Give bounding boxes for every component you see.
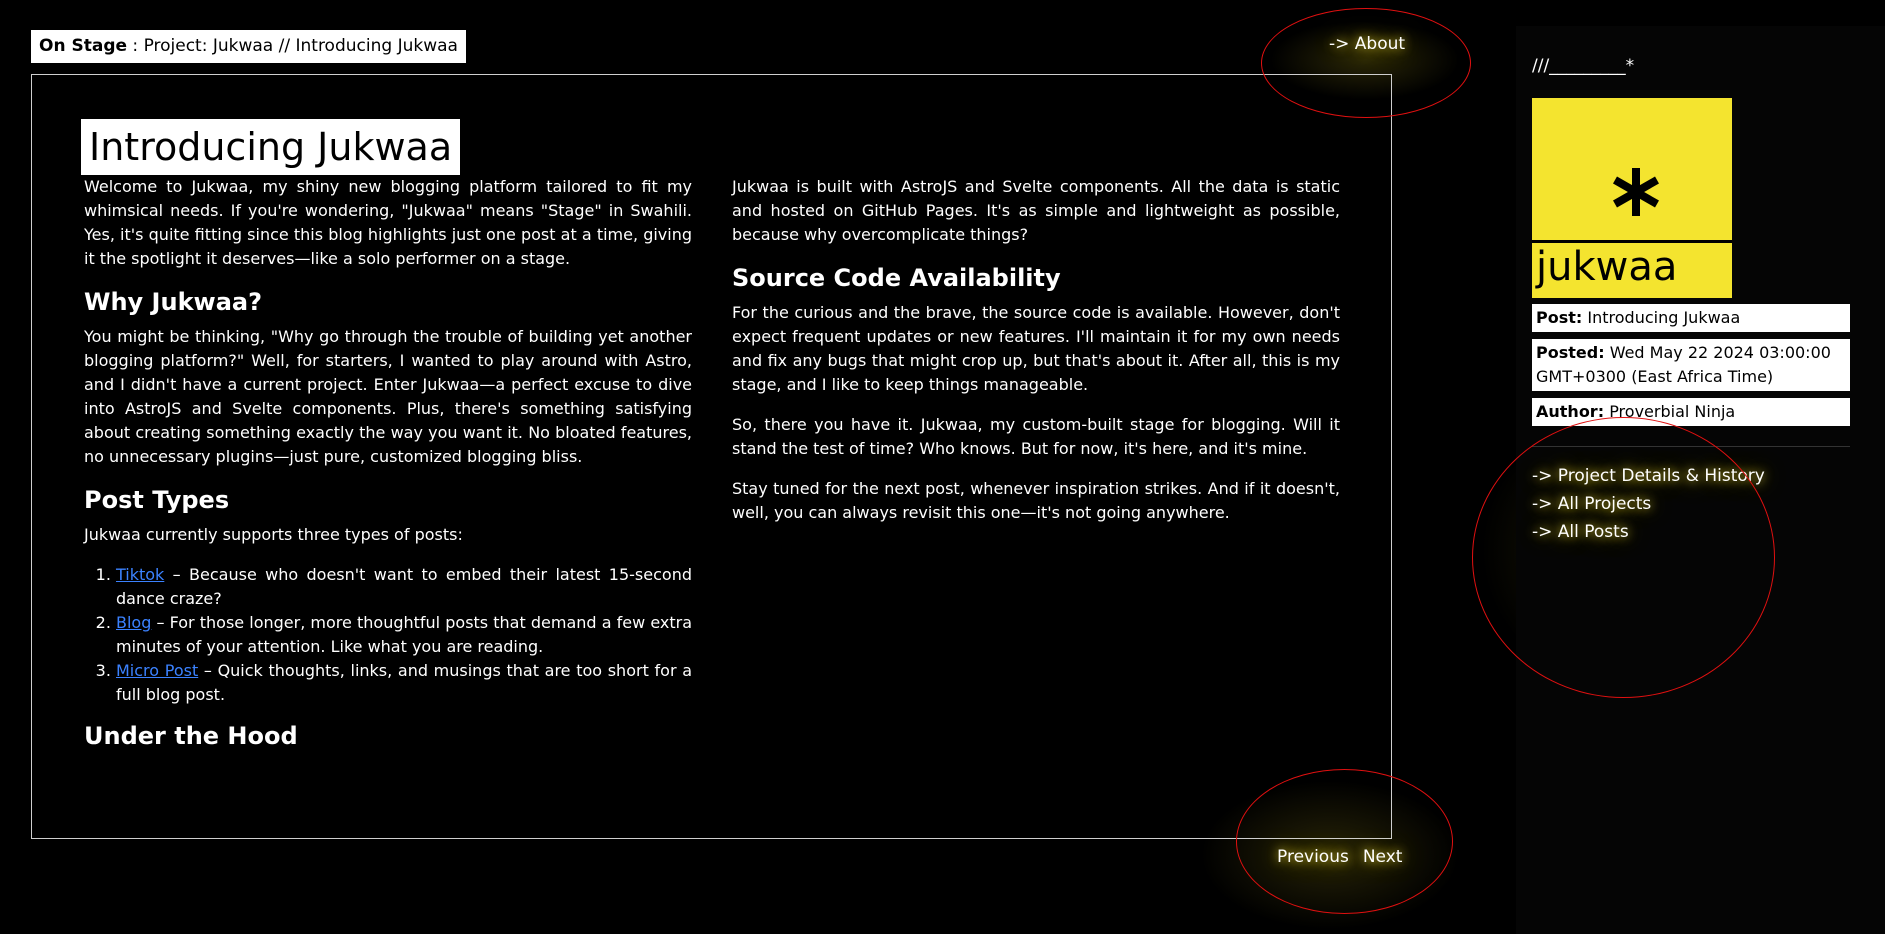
list-item: Micro Post – Quick thoughts, links, and … xyxy=(116,659,692,707)
source-code-paragraph: For the curious and the brave, the sourc… xyxy=(732,303,1340,394)
list-item: Tiktok – Because who doesn't want to emb… xyxy=(116,563,692,611)
micro-post-link[interactable]: Micro Post xyxy=(116,661,198,680)
post-meta: Post: Introducing Jukwaa xyxy=(1532,304,1850,332)
blog-link[interactable]: Blog xyxy=(116,613,151,632)
posted-meta: Posted: Wed May 22 2024 03:00:00 GMT+030… xyxy=(1532,339,1850,391)
sidebar-divider xyxy=(1532,446,1850,447)
sidebar-links: -> Project Details & History -> All Proj… xyxy=(1532,462,1765,546)
post-label: Post: xyxy=(1536,308,1583,327)
post-types-intro: Jukwaa currently supports three types of… xyxy=(84,525,463,544)
sidebar-mark: ///_________* xyxy=(1532,56,1635,76)
next-link[interactable]: Next xyxy=(1363,847,1403,867)
article-left-column: Welcome to Jukwaa, my shiny new blogging… xyxy=(84,175,692,759)
tiktok-link[interactable]: Tiktok xyxy=(116,565,164,584)
closing-paragraph-2: Stay tuned for the next post, whenever i… xyxy=(732,479,1340,522)
author-value: Proverbial Ninja xyxy=(1609,402,1736,421)
post-value: Introducing Jukwaa xyxy=(1587,308,1741,327)
tiktok-description: – Because who doesn't want to embed thei… xyxy=(116,565,692,608)
all-projects-link[interactable]: -> All Projects xyxy=(1532,490,1765,518)
post-types-list: Tiktok – Because who doesn't want to emb… xyxy=(84,563,692,707)
blog-description: – For those longer, more thoughtful post… xyxy=(116,613,692,656)
previous-link[interactable]: Previous xyxy=(1277,847,1349,867)
author-label: Author: xyxy=(1536,402,1605,421)
post-types-heading: Post Types xyxy=(84,486,230,514)
asterisk-icon xyxy=(1613,168,1659,216)
article-title: Introducing Jukwaa xyxy=(81,119,461,175)
page: On Stage : Project: Jukwaa // Introducin… xyxy=(0,0,1885,934)
under-the-hood-paragraph: Jukwaa is built with AstroJS and Svelte … xyxy=(732,177,1340,244)
under-the-hood-heading: Under the Hood xyxy=(84,722,298,750)
why-paragraph: You might be thinking, "Why go through t… xyxy=(84,327,692,466)
author-meta: Author: Proverbial Ninja xyxy=(1532,398,1850,426)
about-link[interactable]: -> About xyxy=(1329,34,1405,54)
why-heading: Why Jukwaa? xyxy=(84,288,263,316)
breadcrumb-prefix: On Stage xyxy=(39,36,128,56)
jukwaa-logo: jukwaa xyxy=(1532,98,1732,298)
breadcrumb: On Stage : Project: Jukwaa // Introducin… xyxy=(31,30,466,63)
closing-paragraph-1: So, there you have it. Jukwaa, my custom… xyxy=(732,415,1340,458)
logo-underline xyxy=(1532,240,1732,243)
article-right-column: Jukwaa is built with AstroJS and Svelte … xyxy=(732,175,1340,541)
list-item: Blog – For those longer, more thoughtful… xyxy=(116,611,692,659)
breadcrumb-separator: : xyxy=(127,36,144,56)
posted-label: Posted: xyxy=(1536,343,1605,362)
source-code-heading: Source Code Availability xyxy=(732,264,1061,292)
all-posts-link[interactable]: -> All Posts xyxy=(1532,518,1765,546)
micro-post-description: – Quick thoughts, links, and musings tha… xyxy=(116,661,692,704)
breadcrumb-path: Project: Jukwaa // Introducing Jukwaa xyxy=(143,36,458,56)
project-details-link[interactable]: -> Project Details & History xyxy=(1532,462,1765,490)
pager: Previous Next xyxy=(1277,847,1416,867)
logo-wordmark: jukwaa xyxy=(1536,244,1678,290)
intro-paragraph: Welcome to Jukwaa, my shiny new blogging… xyxy=(84,177,692,268)
